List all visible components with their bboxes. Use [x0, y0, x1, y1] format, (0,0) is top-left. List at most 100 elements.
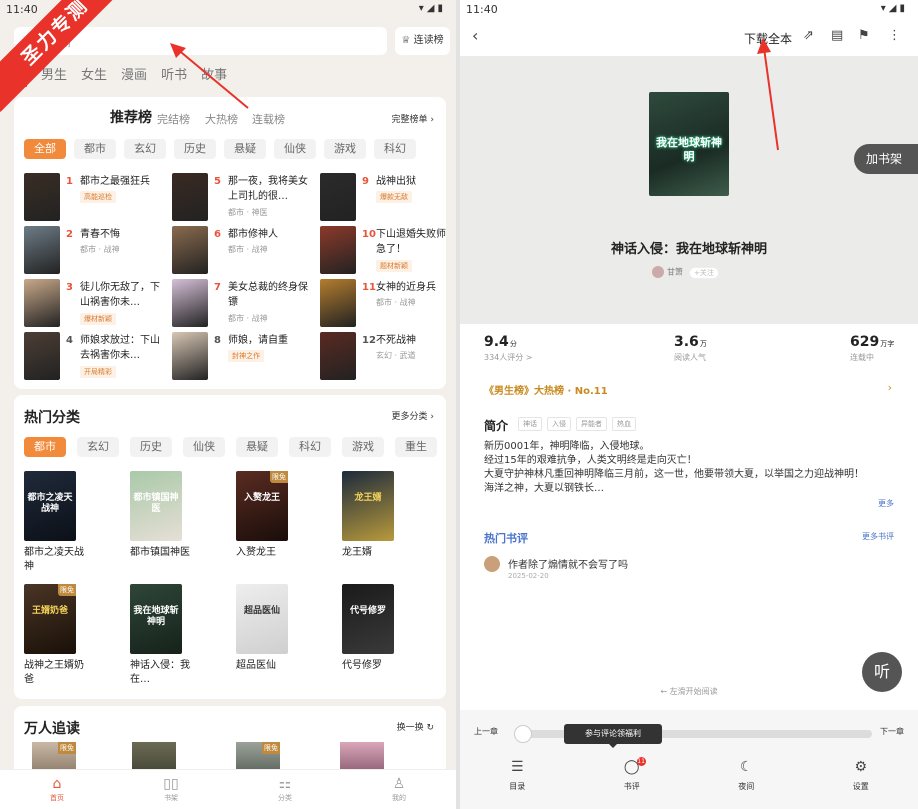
intro-more-link[interactable]: 更多: [878, 498, 894, 509]
status-bar: 11:40 ▾◢▮: [460, 0, 918, 20]
rank-item[interactable]: 4 师娘求放过：下山去祸害你未… 开局精彩: [24, 332, 164, 384]
genre-chip[interactable]: 科幻: [289, 437, 331, 457]
book-item[interactable]: 代号修罗 代号修罗: [342, 584, 402, 673]
cover-text: 都市镇国神医: [133, 493, 179, 514]
full-rank-link[interactable]: 完整榜单 ›: [392, 112, 435, 125]
genre-chip[interactable]: 全部: [24, 139, 66, 159]
book-cover: [172, 279, 208, 327]
channel-tabs: 说 男生 女生 漫画 听书 故事: [14, 64, 227, 87]
free-badge: 限免: [270, 471, 288, 483]
intro-tag[interactable]: 异能者: [576, 417, 607, 431]
back-icon[interactable]: ‹: [472, 26, 478, 45]
intro-tag[interactable]: 神话: [518, 417, 542, 431]
tab-comic[interactable]: 漫画: [121, 64, 147, 87]
book-title: 神话入侵：我在地球斩神明: [610, 242, 767, 257]
book-cover: [24, 279, 60, 327]
book-item[interactable]: 都市镇国神医 都市镇国神医: [130, 471, 190, 560]
tab-audio[interactable]: 听书: [161, 64, 187, 87]
genre-chip[interactable]: 仙侠: [274, 139, 316, 159]
serial-rank-tab[interactable]: 连载榜: [252, 111, 285, 127]
genre-chip[interactable]: 仙侠: [183, 437, 225, 457]
genre-chip[interactable]: 都市: [24, 437, 66, 457]
user-icon: ♙: [392, 776, 406, 792]
follow-button[interactable]: +关注: [689, 266, 719, 279]
rank-item[interactable]: 1 都市之最强狂兵 高能巡检: [24, 173, 164, 225]
rank-number: 10: [362, 229, 376, 240]
rank-item[interactable]: 5 那一夜，我将美女上司扎的很… 都市 · 神医: [172, 173, 312, 225]
rank-item[interactable]: 2 青春不悔 都市 · 战神: [24, 226, 164, 278]
stat-label: 阅读人气: [674, 353, 706, 362]
book-item[interactable]: 我在地球斩神明 神话入侵：我在…: [130, 584, 190, 687]
review-button[interactable]: ◯ 11 书评: [575, 756, 690, 792]
rank-item[interactable]: 7 美女总裁的终身保镖 都市 · 战神: [172, 279, 312, 331]
intro-tag[interactable]: 入侵: [547, 417, 571, 431]
slider-knob[interactable]: [514, 725, 532, 743]
intro-tag[interactable]: 热血: [612, 417, 636, 431]
read-rank-button[interactable]: ♕ 连读榜: [395, 27, 450, 55]
nav-category[interactable]: ⚏ 分类: [228, 770, 342, 809]
book-cover: 入赘龙王 限免: [236, 471, 288, 541]
rank-number: 2: [66, 229, 73, 240]
hot-rank-tab[interactable]: 大热榜: [205, 111, 238, 127]
genre-chip[interactable]: 玄幻: [124, 139, 166, 159]
genre-chip[interactable]: 悬疑: [236, 437, 278, 457]
rating-stat[interactable]: 9.4分 334人评分 >: [484, 334, 533, 363]
bookmark-icon[interactable]: ⚑: [858, 28, 870, 43]
rank-item[interactable]: 8 师娘，请自重 封神之作: [172, 332, 312, 384]
author-avatar[interactable]: [652, 266, 664, 278]
genre-chip[interactable]: 历史: [130, 437, 172, 457]
author-name[interactable]: 甘箫: [667, 268, 683, 277]
genre-chip[interactable]: 重生: [395, 437, 437, 457]
share-icon[interactable]: ⇗: [803, 28, 814, 43]
download-all-button[interactable]: 下载全本: [744, 30, 792, 47]
genre-chip[interactable]: 游戏: [342, 437, 384, 457]
genre-chip[interactable]: 科幻: [374, 139, 416, 159]
rank-title: 那一夜，我将美女上司扎的很…: [228, 176, 308, 202]
nav-home[interactable]: ⌂ 首页: [0, 770, 114, 809]
genre-chip[interactable]: 悬疑: [224, 139, 266, 159]
add-shelf-button[interactable]: 加书架: [854, 144, 918, 174]
report-icon[interactable]: ▤: [831, 28, 843, 43]
book-cover: 代号修罗: [342, 584, 394, 654]
genre-chip[interactable]: 都市: [74, 139, 116, 159]
rank-item[interactable]: 11 女神的近身兵 都市 · 战神: [320, 279, 446, 331]
prev-chapter-button[interactable]: 上一章: [474, 726, 498, 737]
refresh-link[interactable]: 换一换 ↻: [397, 720, 434, 733]
settings-button[interactable]: ⚙ 设置: [804, 756, 918, 792]
rank-item[interactable]: 6 都市修神人 都市 · 战神: [172, 226, 312, 278]
book-stats: 9.4分 334人评分 > 3.6万 阅读人气 629万字 连载中: [460, 324, 918, 372]
rank-item[interactable]: 10下山退婚失败师娘急了！ 题材新颖: [320, 226, 446, 278]
book-cover: [24, 173, 60, 221]
night-mode-button[interactable]: ☾ 夜间: [689, 756, 804, 792]
genre-chip[interactable]: 玄幻: [77, 437, 119, 457]
stat-label: 连载中: [850, 353, 874, 362]
nav-me[interactable]: ♙ 我的: [342, 770, 456, 809]
rank-line[interactable]: 《男生榜》大热榜 · No.11: [484, 382, 608, 397]
book-item[interactable]: 都市之凌天战神 都市之凌天战神: [24, 471, 84, 574]
tab-story[interactable]: 故事: [201, 64, 227, 87]
genre-chip[interactable]: 游戏: [324, 139, 366, 159]
completed-rank-tab[interactable]: 完结榜: [157, 111, 190, 127]
book-item[interactable]: 王婿奶爸 限免 战神之王婿奶爸: [24, 584, 84, 687]
book-item[interactable]: 入赘龙王 限免 入赘龙王: [236, 471, 296, 560]
more-reviews-link[interactable]: 更多书评: [862, 531, 894, 542]
tab-female[interactable]: 女生: [81, 64, 107, 87]
toc-button[interactable]: ☰ 目录: [460, 756, 575, 792]
rank-item[interactable]: 9 战神出狱 爆款无敌: [320, 173, 446, 225]
rank-title: 都市之最强狂兵: [80, 176, 150, 187]
book-item[interactable]: 龙王婿 龙王婿: [342, 471, 402, 560]
more-categories-link[interactable]: 更多分类 ›: [392, 409, 435, 422]
rank-item[interactable]: 12 不死战神 玄幻 · 武道: [320, 332, 446, 384]
rank-title: 战神出狱: [376, 176, 416, 187]
stat-unit: 万字: [880, 340, 895, 348]
book-item[interactable]: 超品医仙 超品医仙: [236, 584, 296, 673]
listen-button[interactable]: 听: [862, 652, 902, 692]
recommend-title[interactable]: 推荐榜: [110, 107, 152, 127]
more-icon[interactable]: ⋮: [888, 28, 901, 43]
night-label: 夜间: [738, 782, 755, 791]
rank-item[interactable]: 3 徒儿你无敌了，下山祸害你未… 爆材新颖: [24, 279, 164, 331]
genre-chip[interactable]: 历史: [174, 139, 216, 159]
next-chapter-button[interactable]: 下一章: [880, 726, 904, 737]
rank-title: 都市修神人: [228, 229, 278, 240]
nav-shelf[interactable]: ▯▯ 书架: [114, 770, 228, 809]
